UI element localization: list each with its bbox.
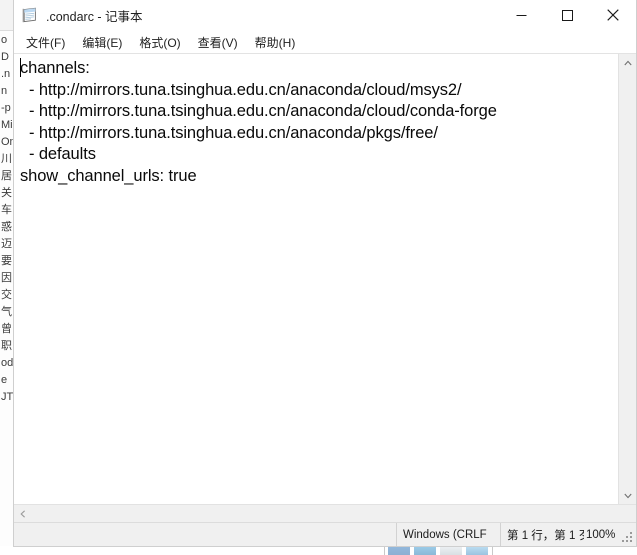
bg-text-line: 居 xyxy=(1,170,12,182)
scroll-down-icon[interactable] xyxy=(619,487,636,504)
menu-bar: 文件(F) 编辑(E) 格式(O) 查看(V) 帮助(H) xyxy=(14,31,636,54)
taskbar[interactable] xyxy=(0,546,637,555)
window-title: .condarc - 记事本 xyxy=(46,9,143,24)
status-encoding: Windows (CRLF xyxy=(396,523,500,546)
status-cursor-position: 第 1 行，第 1 歹 xyxy=(500,523,584,546)
bg-text-line: D xyxy=(1,51,9,63)
resize-grip[interactable] xyxy=(622,532,634,544)
horizontal-scroll-track[interactable] xyxy=(31,505,636,522)
bg-text-line: -p xyxy=(1,102,11,114)
bg-text-line: 要 xyxy=(1,255,12,267)
notepad-window: .condarc - 记事本 文件(F) 编辑(E) 格式(O) 查看(V) 帮… xyxy=(13,0,637,547)
bg-text-line: 职 xyxy=(1,340,12,352)
bg-text-line: .n xyxy=(1,68,11,80)
maximize-button[interactable] xyxy=(544,0,590,30)
text-caret xyxy=(20,58,21,77)
document-line: - defaults xyxy=(20,145,96,163)
status-spacer xyxy=(14,523,396,546)
taskbar-icon[interactable] xyxy=(388,546,410,555)
bg-text-line: 惑 xyxy=(1,221,12,233)
minimize-button[interactable] xyxy=(498,0,544,30)
bg-text-line: JT xyxy=(1,391,14,403)
bg-text-line: e xyxy=(1,374,8,386)
taskbar-icon[interactable] xyxy=(466,546,488,555)
bg-text-line: Mi xyxy=(1,119,13,131)
bg-text-line: 川 xyxy=(1,153,12,165)
window-controls xyxy=(498,0,636,30)
bg-text-line: od xyxy=(1,357,14,369)
taskbar-separator xyxy=(384,546,385,555)
bg-text-line: 迈 xyxy=(1,238,12,250)
document-line: - http://mirrors.tuna.tsinghua.edu.cn/an… xyxy=(20,123,438,142)
bg-text-line: 因 xyxy=(1,272,12,284)
menu-file[interactable]: 文件(F) xyxy=(19,32,72,53)
background-window-left-titlebar xyxy=(0,0,14,31)
scroll-up-icon[interactable] xyxy=(619,54,636,71)
menu-edit[interactable]: 编辑(E) xyxy=(75,32,129,53)
background-window-left-content: o D .n n -p Mi On 川 居 关 车 惑 迈 要 因 交 气 曾 … xyxy=(0,32,14,406)
bg-text-line: 曾 xyxy=(1,323,12,335)
editor-body: channels: - http://mirrors.tuna.tsinghua… xyxy=(14,54,636,504)
menu-format[interactable]: 格式(O) xyxy=(132,32,187,53)
bg-text-line: o xyxy=(1,34,8,46)
document-line: show_channel_urls: true xyxy=(20,166,197,185)
text-editor[interactable]: channels: - http://mirrors.tuna.tsinghua… xyxy=(14,54,618,504)
notepad-icon xyxy=(22,7,38,23)
bg-text-line: 气 xyxy=(1,306,12,318)
taskbar-icon[interactable] xyxy=(414,546,436,555)
menu-view[interactable]: 查看(V) xyxy=(191,32,245,53)
bg-text-line: 交 xyxy=(1,289,12,301)
close-button[interactable] xyxy=(590,0,636,30)
document-line: - http://mirrors.tuna.tsinghua.edu.cn/an… xyxy=(20,80,462,99)
bg-text-line: 关 xyxy=(1,187,12,199)
document-line: channels: xyxy=(20,59,90,77)
horizontal-scrollbar[interactable] xyxy=(14,504,636,522)
bg-text-line: On xyxy=(1,136,15,148)
document-line: - http://mirrors.tuna.tsinghua.edu.cn/an… xyxy=(20,102,497,120)
taskbar-separator xyxy=(492,546,493,555)
scroll-left-icon[interactable] xyxy=(14,505,31,522)
menu-help[interactable]: 帮助(H) xyxy=(248,32,303,53)
vertical-scrollbar[interactable] xyxy=(618,54,636,504)
title-bar[interactable]: .condarc - 记事本 xyxy=(14,0,636,31)
taskbar-icon[interactable] xyxy=(440,546,462,555)
status-bar: Windows (CRLF 第 1 行，第 1 歹 100% xyxy=(14,522,636,546)
bg-text-line: 车 xyxy=(1,204,12,216)
bg-text-line: n xyxy=(1,85,8,97)
